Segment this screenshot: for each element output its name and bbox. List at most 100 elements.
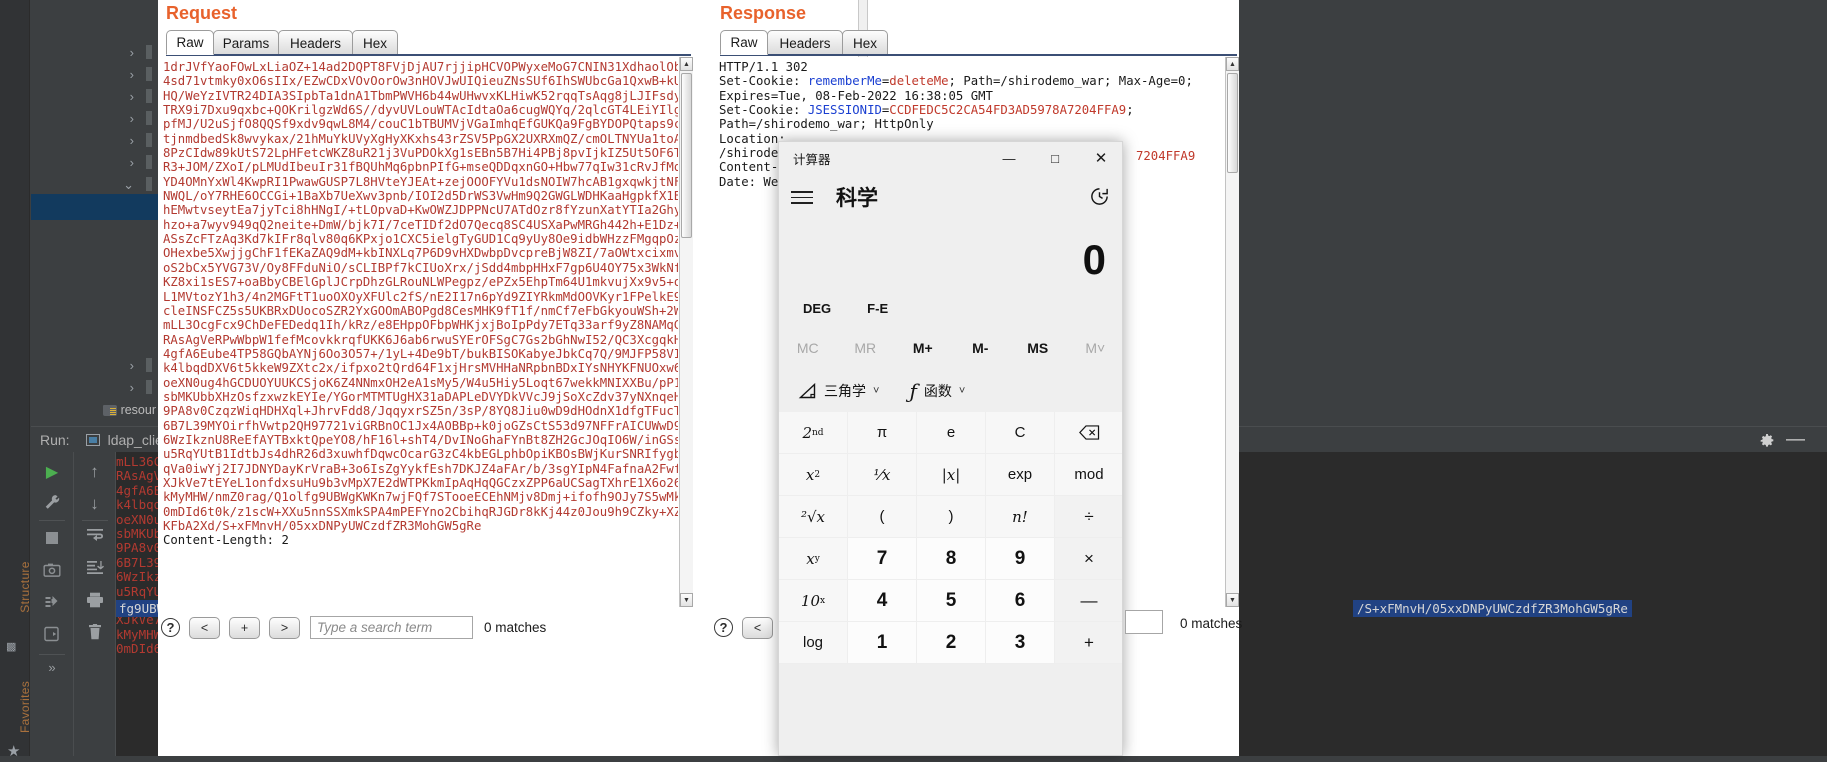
fe-toggle-button[interactable]: F-E [867, 301, 888, 316]
tree-node-resources[interactable]: resour [102, 403, 156, 417]
soft-wrap-icon[interactable] [86, 528, 104, 548]
close-button[interactable]: ✕ [1078, 142, 1122, 174]
memory-button-mr[interactable]: MR [837, 340, 895, 356]
tab-response-hex[interactable]: Hex [842, 30, 888, 55]
scroll-to-end-icon[interactable] [86, 560, 104, 580]
history-icon[interactable] [1089, 186, 1110, 207]
key-3[interactable]: 3 [986, 622, 1055, 664]
tab-headers[interactable]: Headers [278, 30, 353, 55]
tree-row[interactable]: › [31, 152, 158, 174]
minimize-button[interactable]: — [986, 142, 1032, 174]
chevron-down-icon[interactable]: ⌄ [123, 177, 134, 193]
tree-row[interactable]: › [31, 108, 158, 130]
key-5[interactable]: 5 [917, 580, 986, 622]
scroll-down-button[interactable]: ▼ [1226, 593, 1239, 607]
key-x[interactable]: |x| [917, 454, 986, 496]
request-scrollbar[interactable]: ▲ ▼ [679, 57, 693, 607]
key-e[interactable]: e [917, 412, 986, 454]
function-dropdown[interactable]: ƒ 函数 ˅ [909, 379, 965, 403]
key-7[interactable]: 7 [848, 538, 917, 580]
trigonometry-dropdown[interactable]: 三角学 ˅ [798, 381, 879, 401]
scroll-down-button[interactable]: ▼ [680, 593, 693, 607]
chevron-right-icon[interactable]: › [130, 67, 134, 82]
key-2[interactable]: 2 [917, 622, 986, 664]
key-mod[interactable]: mod [1055, 454, 1122, 496]
tree-row[interactable]: › [31, 64, 158, 86]
chevron-right-icon[interactable]: › [130, 358, 134, 373]
chevron-right-icon[interactable]: › [130, 380, 134, 395]
key-1[interactable]: 1 [848, 622, 917, 664]
run-icon[interactable]: ▶ [46, 462, 58, 482]
down-arrow-icon[interactable]: ↓ [90, 494, 99, 514]
key-x[interactable]: ²√x [779, 496, 848, 538]
calculator-titlebar[interactable]: 计算器 — □ ✕ [779, 142, 1122, 174]
chevron-right-icon[interactable]: › [130, 155, 134, 170]
key-exp[interactable]: exp [986, 454, 1055, 496]
key-10x[interactable]: 10 x [779, 580, 848, 622]
help-icon[interactable]: ? [161, 618, 180, 637]
tree-row[interactable]: › [31, 377, 158, 399]
key-[interactable]: + [1055, 622, 1122, 664]
up-arrow-icon[interactable]: ↑ [90, 462, 99, 482]
tab-response-raw[interactable]: Raw [720, 30, 768, 55]
memory-button-m[interactable]: M- [952, 340, 1010, 356]
key-[interactable] [1055, 412, 1122, 454]
search-next-button[interactable]: > [269, 616, 300, 639]
trash-icon[interactable] [87, 624, 102, 645]
angle-unit-button[interactable]: DEG [803, 301, 831, 316]
tree-row-selected[interactable] [31, 194, 158, 220]
maximize-button[interactable]: □ [1032, 142, 1078, 174]
key-8[interactable]: 8 [917, 538, 986, 580]
expand-icon[interactable]: » [48, 660, 55, 675]
export-icon[interactable] [44, 626, 60, 647]
tree-row[interactable]: › [31, 86, 158, 108]
chevron-right-icon[interactable]: › [130, 111, 134, 126]
gear-icon[interactable] [1759, 433, 1775, 454]
chevron-right-icon[interactable]: › [130, 133, 134, 148]
scrollbar-thumb[interactable] [1227, 73, 1238, 173]
scroll-up-button[interactable]: ▲ [680, 57, 693, 71]
key-9[interactable]: 9 [986, 538, 1055, 580]
minimize-icon[interactable]: — [1786, 429, 1805, 451]
scrollbar-thumb[interactable] [681, 73, 692, 238]
key-log[interactable]: log [779, 622, 848, 664]
search-prev-button[interactable]: < [742, 616, 773, 639]
key-[interactable]: × [1055, 538, 1122, 580]
key-n[interactable]: n! [986, 496, 1055, 538]
key-[interactable]: π [848, 412, 917, 454]
memory-button-ms[interactable]: MS [1009, 340, 1067, 356]
print-icon[interactable] [86, 592, 104, 613]
chevron-right-icon[interactable]: › [130, 45, 134, 60]
tab-raw[interactable]: Raw [166, 30, 214, 55]
search-input[interactable]: Type a search term [310, 616, 473, 639]
key-6[interactable]: 6 [986, 580, 1055, 622]
sidebar-item-structure[interactable]: Structure [18, 532, 32, 642]
key-x[interactable]: ⅟x [848, 454, 917, 496]
key-[interactable]: ÷ [1055, 496, 1122, 538]
key-x2[interactable]: x2 [779, 454, 848, 496]
search-prev-button[interactable]: < [189, 616, 220, 639]
key-4[interactable]: 4 [848, 580, 917, 622]
tree-row[interactable]: › [31, 130, 158, 152]
request-body[interactable]: 1drJVfYaoFOwLxLiaOZ+14ad2DQPT8FVjDjAU7rj… [160, 57, 678, 607]
key-[interactable]: ( [848, 496, 917, 538]
tab-hex[interactable]: Hex [352, 30, 398, 55]
tree-row[interactable]: ⌄ [31, 174, 158, 196]
memory-button-m[interactable]: M˅ [1067, 340, 1123, 356]
key-c[interactable]: C [986, 412, 1055, 454]
hamburger-icon[interactable] [791, 190, 813, 204]
tab-params[interactable]: Params [213, 30, 279, 55]
response-scrollbar[interactable]: ▲ ▼ [1225, 57, 1239, 607]
tab-response-headers[interactable]: Headers [767, 30, 843, 55]
thread-dump-icon[interactable] [44, 594, 61, 615]
key-[interactable]: ) [917, 496, 986, 538]
stop-icon[interactable] [45, 530, 59, 550]
search-add-button[interactable]: + [229, 616, 260, 639]
chevron-right-icon[interactable]: › [130, 89, 134, 104]
key-2nd[interactable]: 2nd [779, 412, 848, 454]
key-xy[interactable]: xy [779, 538, 848, 580]
tree-row[interactable]: › [31, 355, 158, 377]
key-[interactable]: — [1055, 580, 1122, 622]
memory-button-mc[interactable]: MC [779, 340, 837, 356]
scroll-up-button[interactable]: ▲ [1226, 57, 1239, 71]
